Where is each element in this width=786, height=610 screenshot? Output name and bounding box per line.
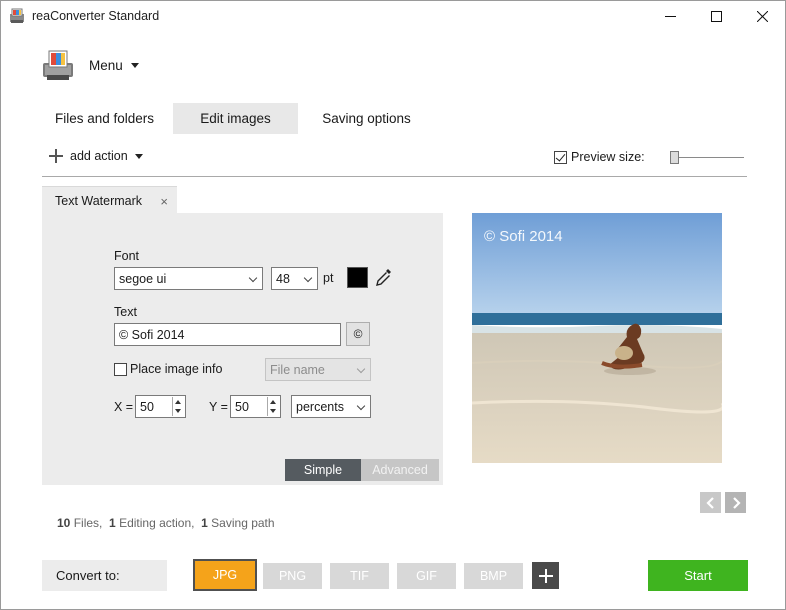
y-label: Y = bbox=[209, 400, 228, 414]
add-action-label: add action bbox=[70, 149, 128, 163]
preview-watermark-text: © Sofi 2014 bbox=[484, 228, 563, 245]
font-select[interactable]: segoe ui bbox=[114, 267, 263, 290]
chevron-right-icon bbox=[732, 496, 741, 509]
files-label: Files, bbox=[73, 516, 103, 530]
format-gif-button[interactable]: GIF bbox=[397, 563, 456, 589]
format-bmp-button[interactable]: BMP bbox=[464, 563, 523, 589]
chevron-down-icon bbox=[130, 63, 139, 68]
plus-icon bbox=[49, 149, 63, 163]
action-tab-text-watermark[interactable]: Text Watermark × bbox=[42, 186, 177, 214]
chevron-left-icon bbox=[705, 496, 714, 509]
add-action-button[interactable]: add action bbox=[49, 149, 143, 163]
start-button[interactable]: Start bbox=[648, 560, 748, 591]
maximize-icon bbox=[710, 10, 722, 22]
image-info-select[interactable]: File name bbox=[265, 358, 371, 381]
divider bbox=[42, 176, 747, 177]
title-bar: reaConverter Standard bbox=[1, 1, 785, 31]
close-icon bbox=[756, 10, 768, 22]
font-size-value: 48 bbox=[276, 271, 290, 286]
preview-size-slider-thumb[interactable] bbox=[670, 151, 679, 164]
menu-button[interactable]: Menu bbox=[89, 58, 139, 73]
close-icon[interactable]: × bbox=[160, 194, 168, 209]
app-icon bbox=[10, 8, 24, 23]
preview-size-checkbox[interactable] bbox=[554, 150, 567, 164]
menu-label: Menu bbox=[89, 58, 123, 73]
x-label: X = bbox=[114, 400, 134, 414]
y-position-stepper[interactable]: 50 bbox=[230, 395, 281, 418]
place-image-info-checkbox[interactable] bbox=[114, 362, 127, 376]
preview-image bbox=[472, 213, 722, 463]
font-size-select[interactable]: 48 bbox=[271, 267, 318, 290]
preview-size-label: Preview size: bbox=[571, 150, 645, 164]
advanced-mode-button[interactable]: Advanced bbox=[361, 459, 439, 481]
minimize-button[interactable] bbox=[647, 1, 693, 31]
add-format-button[interactable] bbox=[532, 562, 559, 589]
window-title: reaConverter Standard bbox=[32, 9, 160, 23]
font-label: Font bbox=[114, 249, 140, 263]
paths-count: 1 bbox=[201, 516, 208, 530]
tab-saving-options[interactable]: Saving options bbox=[304, 103, 429, 134]
action-tab-label: Text Watermark bbox=[55, 193, 143, 208]
maximize-button[interactable] bbox=[693, 1, 739, 31]
y-value: 50 bbox=[235, 399, 249, 414]
chevron-down-icon bbox=[356, 401, 366, 411]
insert-copyright-button[interactable]: © bbox=[346, 322, 370, 346]
status-summary: 10 Files, 1 Editing action, 1 Saving pat… bbox=[57, 516, 275, 530]
position-units-value: percents bbox=[296, 399, 344, 414]
actions-label: Editing action, bbox=[119, 516, 195, 530]
preview-size-toggle[interactable]: Preview size: bbox=[554, 150, 645, 164]
previous-image-button[interactable] bbox=[700, 492, 721, 513]
format-png-button[interactable]: PNG bbox=[263, 563, 322, 589]
tab-edit-images[interactable]: Edit images bbox=[173, 103, 298, 134]
x-position-stepper[interactable]: 50 bbox=[135, 395, 186, 418]
position-units-select[interactable]: percents bbox=[291, 395, 371, 418]
minimize-icon bbox=[664, 15, 676, 17]
chevron-down-icon bbox=[134, 153, 143, 159]
app-window: reaConverter Standard Menu Files and fol… bbox=[0, 0, 786, 610]
watermark-text-input[interactable]: © Sofi 2014 bbox=[114, 323, 341, 346]
actions-count: 1 bbox=[109, 516, 116, 530]
spin-arrows-icon[interactable] bbox=[267, 397, 279, 416]
convert-to-label: Convert to: bbox=[42, 560, 167, 591]
chevron-down-icon bbox=[248, 273, 258, 283]
next-image-button[interactable] bbox=[725, 492, 746, 513]
chevron-down-icon bbox=[356, 364, 366, 374]
close-button[interactable] bbox=[739, 1, 785, 31]
preview-size-slider[interactable] bbox=[672, 157, 744, 158]
place-image-info-label: Place image info bbox=[130, 362, 223, 376]
format-tif-button[interactable]: TIF bbox=[330, 563, 389, 589]
eyedropper-icon[interactable] bbox=[375, 267, 393, 287]
plus-icon bbox=[538, 568, 553, 583]
text-label: Text bbox=[114, 305, 137, 319]
place-image-info-toggle[interactable]: Place image info bbox=[114, 362, 222, 376]
chevron-down-icon bbox=[303, 273, 313, 283]
font-size-unit: pt bbox=[323, 271, 334, 285]
spin-arrows-icon[interactable] bbox=[172, 397, 184, 416]
text-color-swatch[interactable] bbox=[347, 267, 368, 288]
app-logo-icon bbox=[43, 50, 73, 80]
format-jpg-button[interactable]: JPG bbox=[193, 559, 257, 591]
image-info-value: File name bbox=[270, 362, 325, 377]
tab-files-and-folders[interactable]: Files and folders bbox=[42, 103, 167, 134]
simple-mode-button[interactable]: Simple bbox=[285, 459, 361, 481]
x-value: 50 bbox=[140, 399, 154, 414]
watermark-settings-panel bbox=[42, 213, 443, 485]
paths-label: Saving path bbox=[211, 516, 275, 530]
files-count: 10 bbox=[57, 516, 71, 530]
font-value: segoe ui bbox=[119, 271, 167, 286]
